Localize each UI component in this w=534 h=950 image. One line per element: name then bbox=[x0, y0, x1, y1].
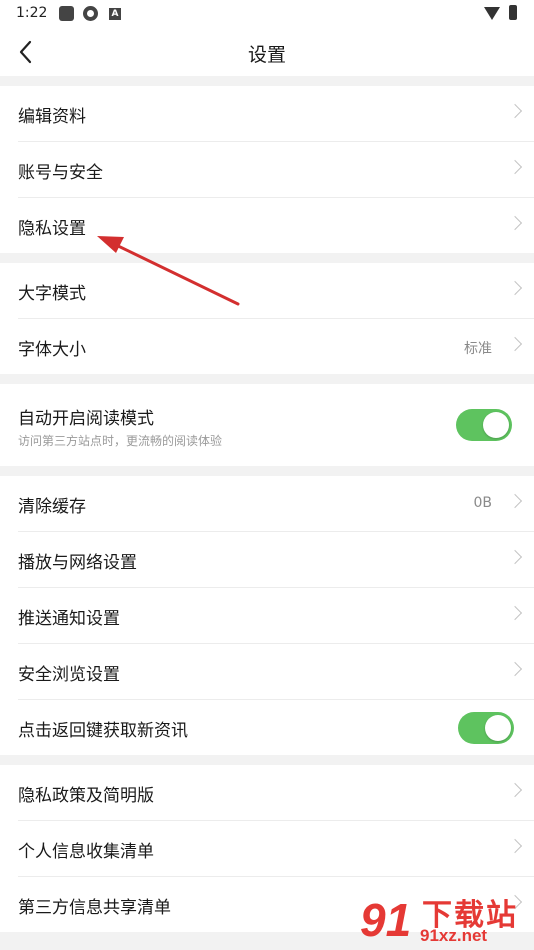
row-label: 隐私政策及简明版 bbox=[18, 786, 154, 806]
row-back-key-refresh: 点击返回键获取新资讯 bbox=[18, 700, 534, 755]
row-clear-cache[interactable]: 清除缓存 0B bbox=[18, 476, 534, 532]
toggle-knob bbox=[485, 715, 511, 741]
chevron-right-icon bbox=[507, 103, 523, 119]
reading-mode-toggle[interactable] bbox=[456, 409, 512, 441]
chevron-right-icon bbox=[507, 782, 523, 798]
battery-icon bbox=[509, 5, 517, 20]
row-label: 点击返回键获取新资讯 bbox=[18, 721, 188, 741]
row-personal-info-list[interactable]: 个人信息收集清单 bbox=[18, 821, 534, 877]
row-subtitle: 访问第三方站点时，更流畅的阅读体验 bbox=[18, 434, 223, 448]
row-edit-profile[interactable]: 编辑资料 bbox=[18, 86, 534, 142]
chevron-right-icon bbox=[507, 549, 523, 565]
row-label: 第三方信息共享清单 bbox=[18, 898, 171, 918]
row-playback-network[interactable]: 播放与网络设置 bbox=[18, 532, 534, 588]
settings-group-account: 编辑资料 账号与安全 隐私设置 bbox=[0, 86, 534, 253]
row-safe-browsing[interactable]: 安全浏览设置 bbox=[18, 644, 534, 700]
settings-group-display: 大字模式 字体大小 标准 bbox=[0, 263, 534, 374]
row-account-security[interactable]: 账号与安全 bbox=[18, 142, 534, 198]
row-label: 播放与网络设置 bbox=[18, 553, 137, 573]
wifi-icon bbox=[484, 7, 500, 20]
top-navbar: 设置 bbox=[0, 28, 534, 76]
watermark: 91 下载站 91xz.net bbox=[360, 888, 530, 948]
chevron-right-icon bbox=[507, 493, 523, 509]
status-bar: 1:22 A bbox=[0, 0, 534, 28]
row-push-notifications[interactable]: 推送通知设置 bbox=[18, 588, 534, 644]
row-label: 账号与安全 bbox=[18, 163, 103, 183]
row-value: 0B bbox=[473, 495, 492, 511]
row-font-size[interactable]: 字体大小 标准 bbox=[18, 319, 534, 374]
toggle-knob bbox=[483, 412, 509, 438]
row-auto-reading-mode: 自动开启阅读模式 访问第三方站点时，更流畅的阅读体验 bbox=[18, 384, 534, 466]
aperture-icon bbox=[83, 6, 98, 21]
row-label: 清除缓存 bbox=[18, 497, 86, 517]
row-value: 标准 bbox=[464, 341, 492, 357]
row-label: 编辑资料 bbox=[18, 107, 86, 127]
row-label: 大字模式 bbox=[18, 284, 86, 304]
chevron-right-icon bbox=[507, 838, 523, 854]
row-large-text-mode[interactable]: 大字模式 bbox=[18, 263, 534, 319]
back-key-refresh-toggle[interactable] bbox=[458, 712, 514, 744]
settings-group-general: 清除缓存 0B 播放与网络设置 推送通知设置 安全浏览设置 点击返回键获取新资讯 bbox=[0, 476, 534, 755]
row-label: 个人信息收集清单 bbox=[18, 842, 154, 862]
chevron-right-icon bbox=[507, 661, 523, 677]
row-label: 自动开启阅读模式 bbox=[18, 409, 154, 429]
app-square-icon bbox=[59, 6, 74, 21]
chevron-right-icon bbox=[507, 159, 523, 175]
row-label: 安全浏览设置 bbox=[18, 665, 120, 685]
row-label: 字体大小 bbox=[18, 340, 86, 360]
row-label: 隐私设置 bbox=[18, 219, 86, 239]
a-badge-icon: A bbox=[109, 8, 121, 20]
watermark-logo-icon: 91 bbox=[360, 894, 412, 946]
row-privacy-policy[interactable]: 隐私政策及简明版 bbox=[18, 765, 534, 821]
chevron-right-icon bbox=[507, 605, 523, 621]
row-label: 推送通知设置 bbox=[18, 609, 120, 629]
row-privacy-settings[interactable]: 隐私设置 bbox=[18, 198, 534, 253]
chevron-right-icon bbox=[507, 336, 523, 352]
chevron-right-icon bbox=[507, 215, 523, 231]
status-time: 1:22 bbox=[16, 5, 48, 21]
settings-group-reading: 自动开启阅读模式 访问第三方站点时，更流畅的阅读体验 bbox=[0, 384, 534, 466]
watermark-url: 91xz.net bbox=[420, 926, 488, 945]
page-title: 设置 bbox=[247, 44, 286, 66]
chevron-right-icon bbox=[507, 280, 523, 296]
